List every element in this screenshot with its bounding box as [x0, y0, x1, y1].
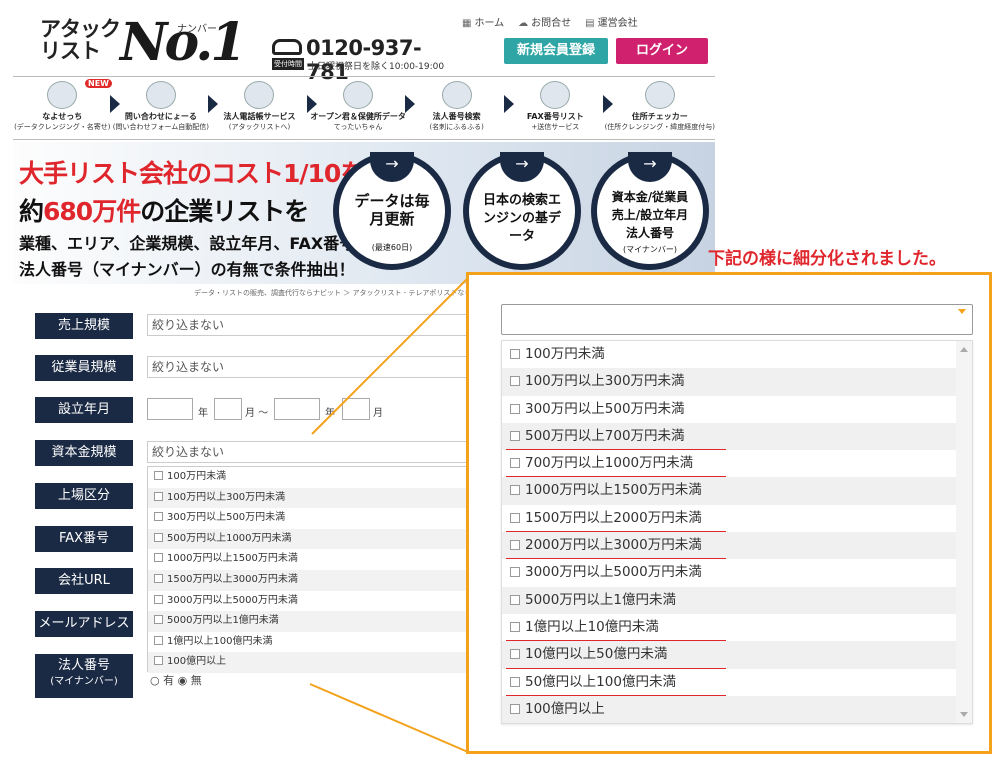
- callout-note: 下記の様に細分化されました。: [708, 249, 946, 269]
- capital-select-zoomed[interactable]: [501, 304, 973, 335]
- capital-option-zoomed[interactable]: 10億円以上50億円未満: [502, 641, 972, 670]
- checkbox[interactable]: [510, 567, 520, 578]
- scroll-up-icon[interactable]: [960, 347, 968, 352]
- arrow-right-icon: [109, 95, 120, 113]
- arrow-right-icon: [503, 95, 514, 113]
- checkbox[interactable]: [510, 594, 520, 605]
- capital-option-zoomed[interactable]: 3000万円以上5000万円未満: [502, 559, 972, 587]
- arrow-right-icon: [602, 95, 613, 113]
- checkbox[interactable]: [510, 649, 520, 660]
- capital-options-list-zoomed: 100万円未満 100万円以上300万円未満 300万円以上500万円未満 500万円…: [501, 340, 973, 724]
- scrollbar[interactable]: [956, 341, 972, 723]
- arrow-right-icon: [208, 95, 219, 113]
- chevron-down-icon: [958, 309, 966, 314]
- checkbox[interactable]: [510, 458, 520, 469]
- capital-option-zoomed[interactable]: 700万円以上1000万円未満: [502, 450, 972, 479]
- capital-option-zoomed[interactable]: 5000万円以上1億円未満: [502, 586, 972, 614]
- checkbox[interactable]: [510, 621, 520, 632]
- arrow-right-icon: [306, 95, 317, 113]
- capital-option-zoomed[interactable]: 100万円未満: [502, 341, 972, 369]
- checkbox[interactable]: [510, 349, 520, 359]
- checkbox[interactable]: [510, 403, 520, 414]
- capital-option-zoomed[interactable]: 100億円以上: [502, 695, 972, 724]
- checkbox[interactable]: [510, 512, 520, 523]
- checkbox[interactable]: [510, 430, 520, 441]
- scroll-down-icon[interactable]: [960, 712, 968, 717]
- capital-option-zoomed[interactable]: 50億円以上100億円未満: [502, 668, 972, 698]
- capital-option-zoomed[interactable]: 2000万円以上3000万円未満: [502, 532, 972, 561]
- checkbox[interactable]: [510, 540, 520, 551]
- checkbox[interactable]: [510, 376, 520, 387]
- zoom-callout: 100万円未満 100万円以上300万円未満 300万円以上500万円未満 500万円…: [466, 272, 992, 754]
- capital-option-zoomed[interactable]: 1億円以上10億円未満: [502, 613, 972, 643]
- capital-option-zoomed[interactable]: 1500万円以上2000万円未満: [502, 504, 972, 534]
- page: アタック リスト No.1 ナンバー 0120-937-781 受付時間 土日曜祝…: [0, 0, 1000, 782]
- checkbox[interactable]: [510, 485, 520, 496]
- capital-option-zoomed[interactable]: 500万円以上700万円未満: [502, 422, 972, 452]
- checkbox[interactable]: [510, 703, 520, 714]
- checkbox[interactable]: [510, 676, 520, 687]
- arrow-right-icon: [405, 95, 416, 113]
- capital-option-zoomed[interactable]: 100万円以上300万円未満: [502, 368, 972, 396]
- capital-option-zoomed[interactable]: 1000万円以上1500万円未満: [502, 477, 972, 505]
- capital-option-zoomed[interactable]: 300万円以上500万円未満: [502, 395, 972, 423]
